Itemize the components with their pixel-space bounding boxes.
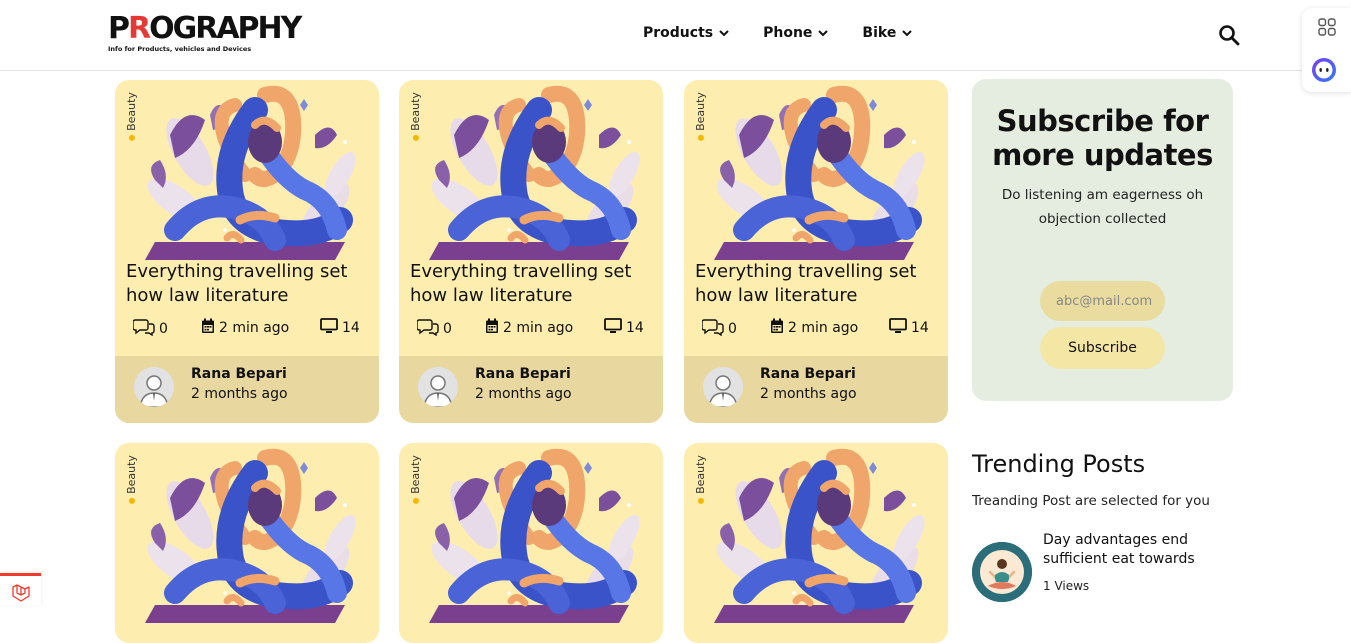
post-image — [115, 80, 379, 260]
monitor-icon — [889, 318, 907, 338]
category-label[interactable]: Beauty — [409, 455, 422, 504]
view-count: 14 — [604, 318, 644, 338]
post-card[interactable]: Beauty — [115, 443, 379, 643]
subscribe-title: Subscribe for more updates — [992, 104, 1213, 172]
search-icon — [1218, 25, 1240, 50]
category-dot — [697, 134, 704, 141]
category-label[interactable]: Beauty — [694, 92, 707, 141]
category-dot — [412, 497, 419, 504]
email-field[interactable] — [1040, 281, 1165, 321]
post-time: 2 min ago — [770, 318, 858, 338]
category-label[interactable]: Beauty — [125, 92, 138, 141]
avatar[interactable] — [134, 367, 174, 407]
author-posted-time: 2 months ago — [191, 386, 288, 402]
avatar[interactable] — [418, 367, 458, 407]
author-name[interactable]: Rana Bepari — [760, 366, 856, 382]
post-time: 2 min ago — [201, 318, 289, 338]
main-nav: Products Phone Bike — [643, 25, 946, 41]
post-card[interactable]: Beauty Everything travelling set how law… — [399, 80, 663, 423]
search-button[interactable] — [1218, 24, 1240, 46]
trending-subtitle: Treanding Post are selected for you — [972, 493, 1210, 509]
logo-tagline: Info for Products, vehicles and Devices — [108, 45, 252, 53]
trending-title: Trending Posts — [972, 450, 1146, 478]
nav-item-label: Bike — [862, 25, 897, 41]
site-logo[interactable]: PROGRAPHY Info for Products, vehicles an… — [108, 11, 302, 58]
author-name[interactable]: Rana Bepari — [191, 366, 287, 382]
trending-post-title[interactable]: Day advantages end sufficient eat toward… — [1043, 531, 1223, 569]
post-card[interactable]: Beauty — [684, 443, 948, 643]
post-meta: 0 2 min ago 14 — [132, 318, 363, 338]
calendar-icon — [485, 318, 499, 338]
post-image — [399, 80, 663, 260]
comments-count: 0 — [701, 318, 737, 340]
trending-post-views: 1 Views — [1043, 579, 1090, 593]
post-image — [684, 443, 948, 623]
logo-text: PROGRAPHY — [108, 11, 302, 46]
view-count: 14 — [320, 318, 360, 338]
assistant-bot-icon[interactable] — [1311, 57, 1337, 83]
comments-count: 0 — [132, 318, 168, 340]
comments-icon — [132, 318, 155, 340]
chevron-down-icon — [902, 25, 913, 41]
calendar-icon — [201, 318, 215, 338]
author-posted-time: 2 months ago — [475, 386, 572, 402]
chevron-down-icon — [818, 25, 829, 41]
view-count: 14 — [889, 318, 929, 338]
nav-item-products[interactable]: Products — [643, 25, 729, 41]
nav-item-bike[interactable]: Bike — [862, 25, 913, 41]
laravel-icon — [11, 583, 31, 607]
category-dot — [697, 497, 704, 504]
post-meta: 0 2 min ago 14 — [701, 318, 932, 338]
post-title[interactable]: Everything travelling set how law litera… — [410, 260, 654, 308]
post-time: 2 min ago — [485, 318, 573, 338]
monitor-icon — [604, 318, 622, 338]
avatar[interactable] — [703, 367, 743, 407]
author-posted-time: 2 months ago — [760, 386, 857, 402]
monitor-icon — [320, 318, 338, 338]
post-card[interactable]: Beauty — [399, 443, 663, 643]
category-dot — [128, 497, 135, 504]
subscribe-description: Do listening am eagerness oh objection c… — [1001, 187, 1204, 227]
laravel-debug-widget[interactable] — [0, 573, 41, 606]
floating-toolbar — [1302, 8, 1351, 92]
author-name[interactable]: Rana Bepari — [475, 366, 571, 382]
comments-icon — [701, 318, 724, 340]
comments-count: 0 — [416, 318, 452, 340]
post-image — [399, 443, 663, 623]
chevron-down-icon — [719, 25, 729, 41]
subscribe-box: Subscribe for more updates Do listening … — [972, 79, 1233, 401]
trending-post-image[interactable] — [972, 542, 1032, 602]
post-card[interactable]: Beauty Everything travelling set how law… — [684, 80, 948, 423]
category-dot — [128, 134, 135, 141]
post-image — [115, 443, 379, 623]
apps-grid-icon[interactable] — [1318, 18, 1336, 36]
subscribe-button[interactable]: Subscribe — [1040, 327, 1165, 369]
author-bar: Rana Bepari 2 months ago — [115, 356, 379, 423]
category-label[interactable]: Beauty — [409, 92, 422, 141]
site-header: PROGRAPHY Info for Products, vehicles an… — [0, 0, 1351, 71]
calendar-icon — [770, 318, 784, 338]
category-label[interactable]: Beauty — [125, 455, 138, 504]
post-card[interactable]: Beauty Everything travelling set how law… — [115, 80, 379, 423]
nav-item-label: Products — [643, 25, 714, 41]
post-title[interactable]: Everything travelling set how law litera… — [695, 260, 939, 308]
author-bar: Rana Bepari 2 months ago — [684, 356, 948, 423]
category-dot — [412, 134, 419, 141]
nav-item-phone[interactable]: Phone — [763, 25, 829, 41]
post-image — [684, 80, 948, 260]
category-label[interactable]: Beauty — [694, 455, 707, 504]
nav-item-label: Phone — [763, 25, 813, 41]
post-title[interactable]: Everything travelling set how law litera… — [126, 260, 370, 308]
comments-icon — [416, 318, 439, 340]
post-meta: 0 2 min ago 14 — [416, 318, 647, 338]
author-bar: Rana Bepari 2 months ago — [399, 356, 663, 423]
